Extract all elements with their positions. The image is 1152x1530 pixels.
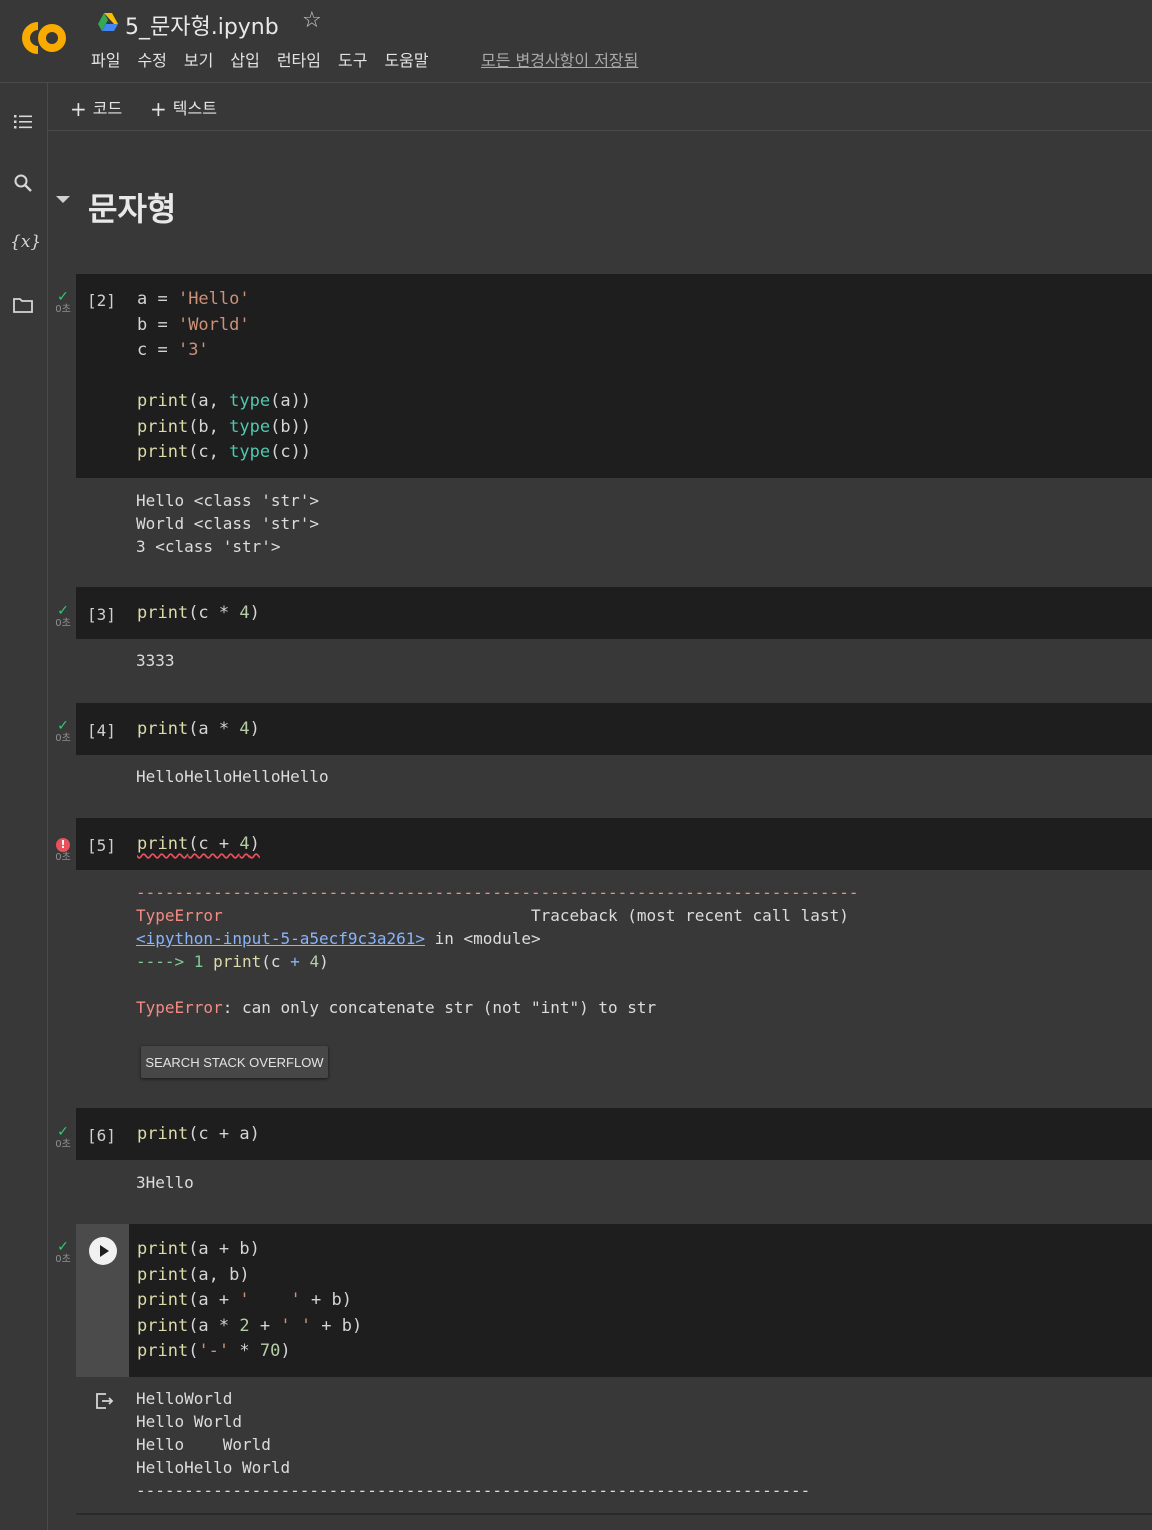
- code-cell-4[interactable]: [4] print(a * 4): [76, 703, 1152, 755]
- check-icon: ✓: [57, 1124, 69, 1140]
- menu-edit[interactable]: 수정: [137, 47, 166, 71]
- output-text: Hello <class 'str'> World <class 'str'> …: [136, 491, 320, 556]
- cell-status: ✓ 0초: [52, 604, 74, 630]
- code-cell-5[interactable]: [5] print(c + 4): [76, 818, 1152, 870]
- menu-view[interactable]: 보기: [184, 47, 213, 71]
- check-icon: ✓: [57, 289, 69, 305]
- menu-runtime[interactable]: 런타임: [277, 47, 321, 71]
- output-text: HelloHelloHelloHello: [136, 767, 329, 786]
- execution-count: [3]: [87, 605, 116, 624]
- cell-output: 3Hello: [76, 1160, 1152, 1224]
- check-icon: ✓: [57, 718, 69, 734]
- star-icon[interactable]: ☆: [302, 8, 322, 33]
- code-cell-6[interactable]: [6] print(c + a): [76, 1108, 1152, 1160]
- output-text: HelloWorld Hello World Hello World Hello…: [136, 1389, 811, 1500]
- code-editor[interactable]: print(c + 4): [137, 832, 260, 858]
- code-editor[interactable]: a = 'Hello' b = 'World' c = '3' print(a,…: [137, 287, 311, 466]
- header: 5_문자형.ipynb ☆ 파일 수정 보기 삽입 런타임 도구 도움말 모든 …: [0, 0, 1152, 83]
- menu-tools[interactable]: 도구: [338, 47, 367, 71]
- check-icon: ✓: [57, 603, 69, 619]
- variables-icon[interactable]: {x}: [10, 232, 41, 254]
- add-code-button[interactable]: + 코드: [70, 95, 122, 121]
- code-editor[interactable]: print(c + a): [137, 1122, 260, 1148]
- notebook-title[interactable]: 5_문자형.ipynb: [125, 9, 279, 41]
- table-of-contents-icon[interactable]: [12, 111, 34, 133]
- cell-output: HelloWorld Hello World Hello World Hello…: [76, 1377, 1152, 1515]
- code-cell-7[interactable]: print(a + b) print(a, b) print(a + ' ' +…: [76, 1224, 1152, 1377]
- left-sidebar: {x}: [0, 83, 48, 1530]
- output-text: 3333: [136, 651, 175, 670]
- plus-icon: +: [70, 97, 87, 121]
- cell-status: ! 0초: [55, 838, 71, 863]
- search-stack-overflow-button[interactable]: SEARCH STACK OVERFLOW: [141, 1046, 328, 1078]
- code-cell-2[interactable]: [2] a = 'Hello' b = 'World' c = '3' prin…: [76, 274, 1152, 478]
- notebook-toolbar: + 코드 + 텍스트: [48, 83, 1152, 131]
- save-status-link[interactable]: 모든 변경사항이 저장됨: [481, 47, 638, 71]
- cell-output: 3333: [76, 639, 1152, 703]
- execution-count: [2]: [87, 291, 116, 310]
- collapse-section-icon[interactable]: [56, 196, 70, 203]
- execution-count: [4]: [87, 721, 116, 740]
- output-text: 3Hello: [136, 1173, 194, 1192]
- code-editor[interactable]: print(a * 4): [137, 717, 260, 743]
- menu-bar: 파일 수정 보기 삽입 런타임 도구 도움말: [91, 47, 446, 71]
- colab-logo-icon[interactable]: [14, 18, 70, 58]
- error-icon: !: [56, 838, 70, 852]
- google-drive-icon[interactable]: [97, 12, 119, 32]
- search-icon[interactable]: [12, 172, 34, 194]
- code-editor[interactable]: print(a + b) print(a, b) print(a + ' ' +…: [137, 1237, 362, 1365]
- menu-help[interactable]: 도움말: [384, 47, 428, 71]
- execution-count: [6]: [87, 1126, 116, 1145]
- traceback: ----------------------------------------…: [136, 883, 859, 1017]
- section-heading: 문자형: [88, 190, 177, 228]
- cell-output: Hello <class 'str'> World <class 'str'> …: [76, 478, 1152, 587]
- cell-status: ✓ 0초: [52, 290, 74, 316]
- add-text-button[interactable]: + 텍스트: [150, 95, 217, 121]
- plus-icon: +: [150, 97, 167, 121]
- traceback-link[interactable]: <ipython-input-5-a5ecf9c3a261>: [136, 929, 425, 948]
- menu-file[interactable]: 파일: [91, 47, 120, 71]
- cell-output: HelloHelloHelloHello: [76, 755, 1152, 818]
- cell-status: ✓ 0초: [52, 719, 74, 745]
- cell-status: ✓ 0초: [52, 1240, 74, 1266]
- execution-count: [5]: [87, 836, 116, 855]
- folder-icon[interactable]: [12, 294, 34, 316]
- cell-status: ✓ 0초: [52, 1125, 74, 1151]
- menu-insert[interactable]: 삽입: [230, 47, 259, 71]
- check-icon: ✓: [57, 1239, 69, 1255]
- run-cell-button[interactable]: [89, 1237, 117, 1265]
- code-editor[interactable]: print(c * 4): [137, 601, 260, 627]
- output-options-icon[interactable]: [93, 1390, 115, 1412]
- code-cell-3[interactable]: [3] print(c * 4): [76, 587, 1152, 639]
